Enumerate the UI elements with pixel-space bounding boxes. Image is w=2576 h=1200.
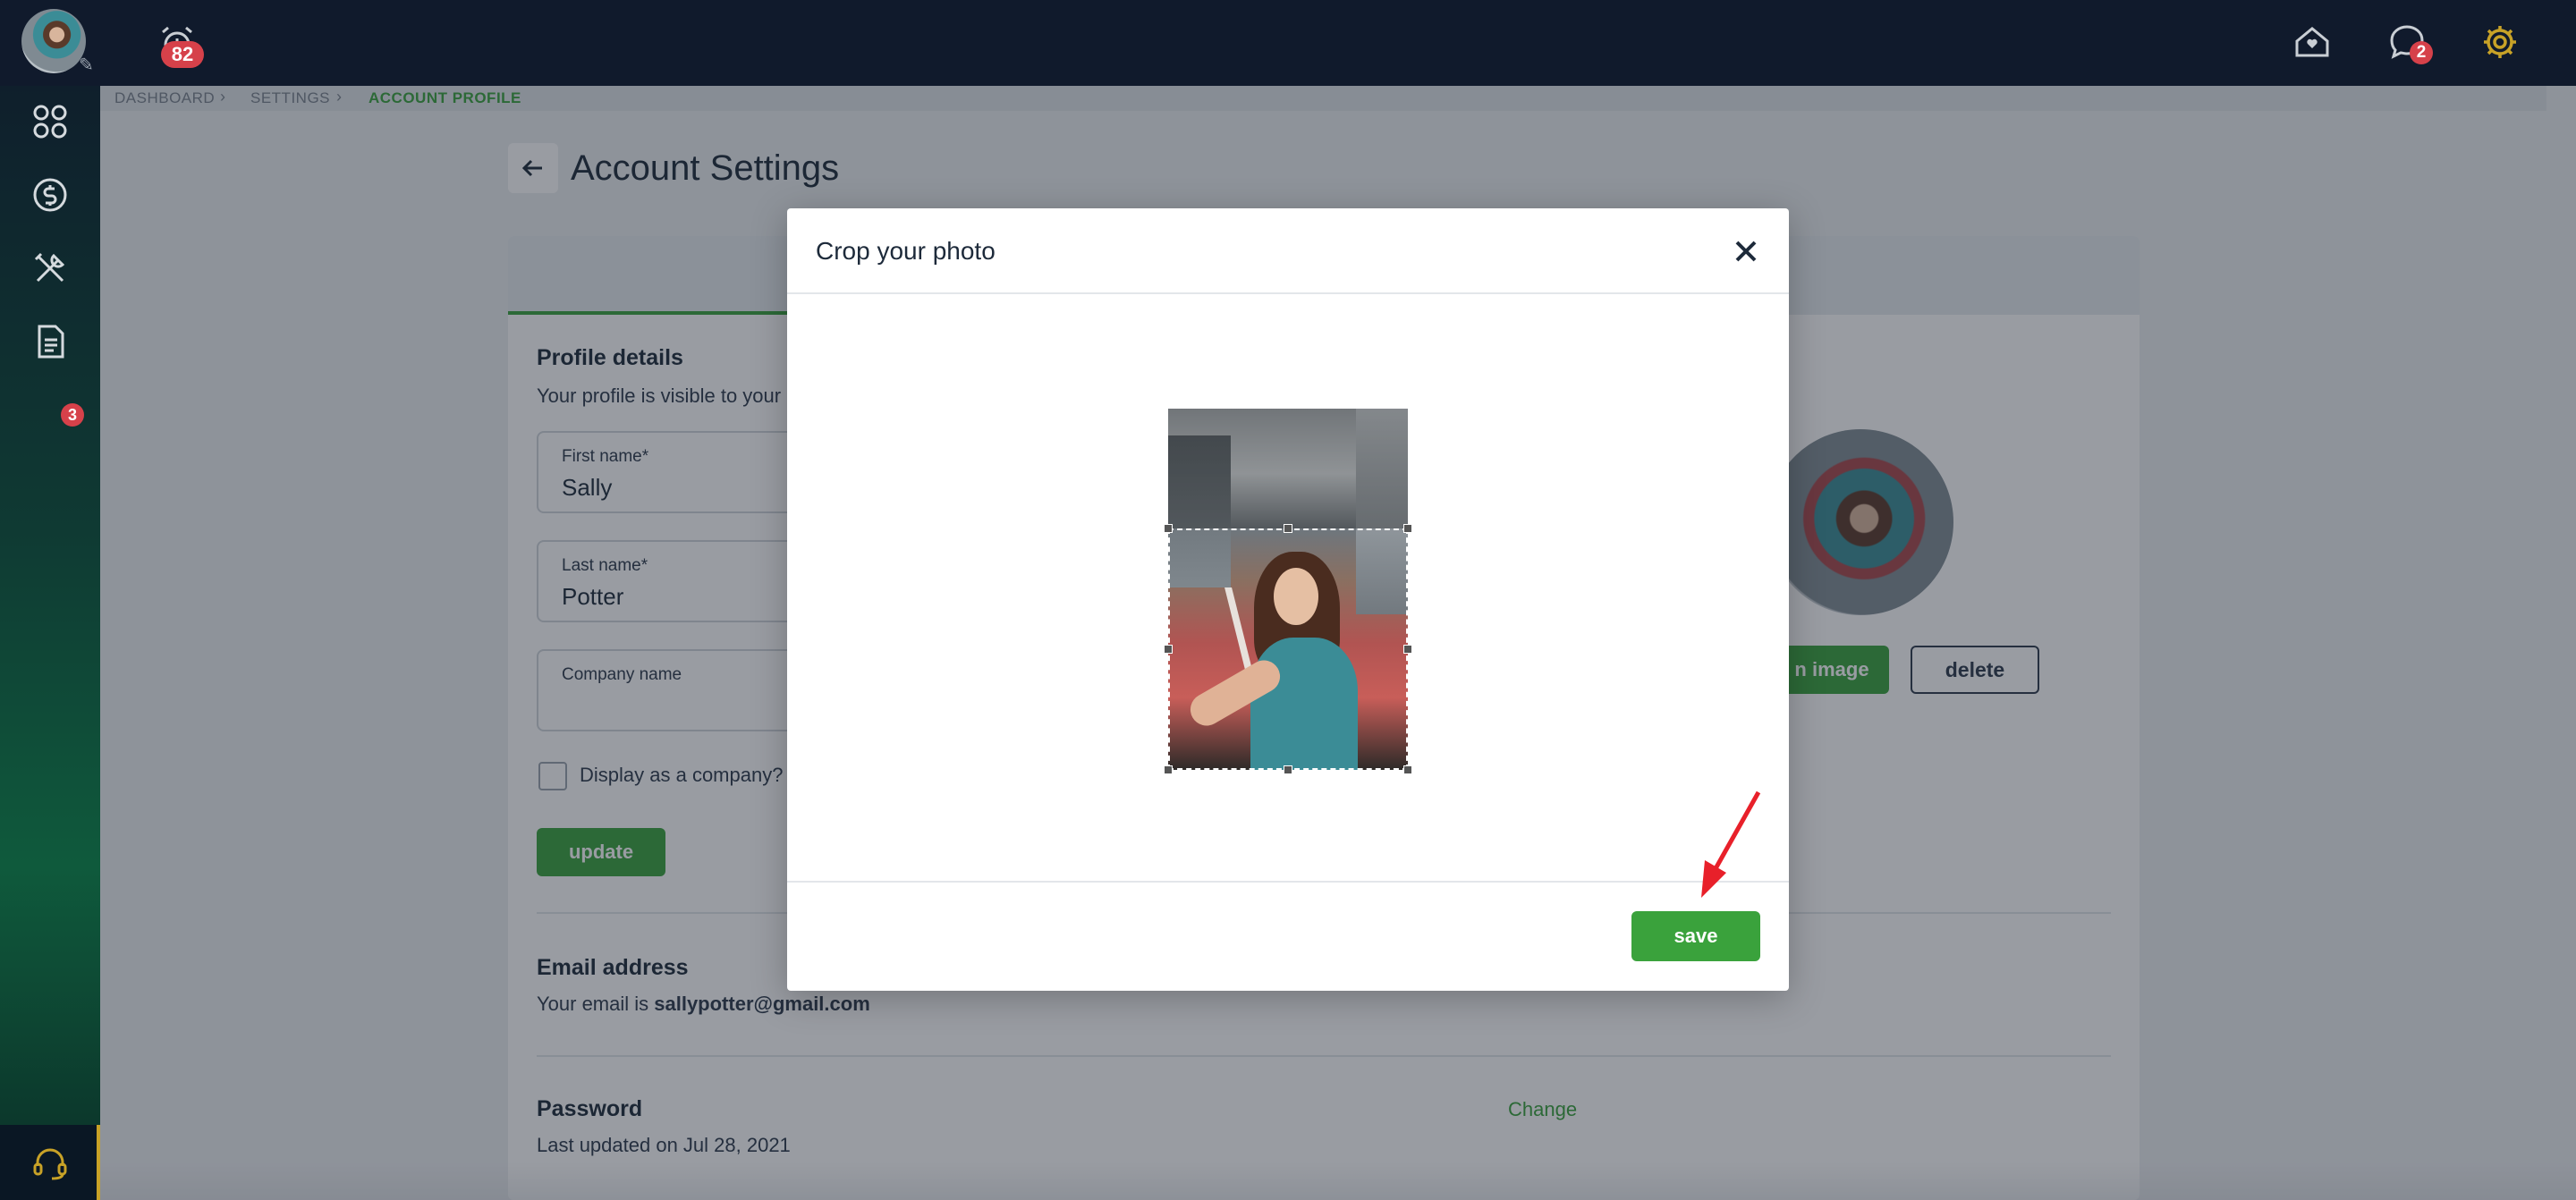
annotation-arrow-icon [1701, 790, 1761, 898]
tools-icon[interactable] [30, 249, 70, 288]
dollar-circle-icon[interactable] [30, 175, 70, 215]
support-button[interactable] [0, 1125, 100, 1200]
crop-selection-box[interactable] [1168, 528, 1408, 770]
crop-dim-area [1168, 409, 1408, 528]
gear-icon[interactable] [2479, 21, 2521, 63]
crop-handle-bottom-left[interactable] [1164, 765, 1173, 774]
modal-footer-divider [787, 881, 1789, 883]
crop-handle-bottom-right[interactable] [1403, 765, 1412, 774]
crop-handle-right[interactable] [1403, 645, 1412, 654]
top-bar: ✎ 82 2 [0, 0, 2576, 86]
apps-grid-icon[interactable] [30, 102, 70, 141]
chat-badge: 2 [2410, 41, 2433, 64]
crop-handle-top[interactable] [1284, 524, 1292, 533]
document-icon[interactable] [30, 322, 70, 361]
headset-icon [33, 1148, 67, 1180]
user-avatar[interactable] [21, 9, 86, 73]
pin-icon: ✎ [79, 55, 94, 75]
documents-badge: 3 [61, 403, 84, 427]
sidebar: 3 [0, 86, 100, 1200]
crop-photo-modal: Crop your photo save [787, 208, 1789, 991]
modal-header: Crop your photo [787, 208, 1789, 294]
save-button[interactable]: save [1631, 911, 1760, 961]
close-icon[interactable] [1730, 235, 1762, 267]
crop-handle-top-right[interactable] [1403, 524, 1412, 533]
crop-handle-bottom[interactable] [1284, 765, 1292, 774]
modal-title: Crop your photo [816, 237, 996, 265]
home-heart-icon[interactable] [2292, 21, 2333, 63]
alarm-badge: 82 [161, 41, 204, 68]
crop-handle-top-left[interactable] [1164, 524, 1173, 533]
crop-handle-left[interactable] [1164, 645, 1173, 654]
